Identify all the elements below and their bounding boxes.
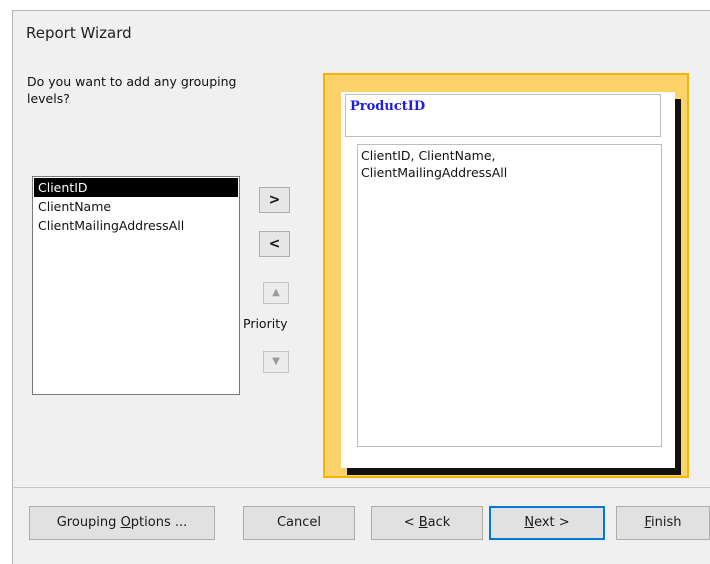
window-title: Report Wizard [26, 24, 132, 42]
priority-label: Priority [243, 316, 288, 331]
footer-divider [12, 487, 710, 488]
accelerator-key: B [418, 515, 428, 530]
back-button[interactable]: < Back [371, 506, 483, 540]
remove-grouping-button[interactable]: < [259, 231, 290, 257]
list-item-clientname[interactable]: ClientName [34, 197, 238, 216]
group-header-box: ProductID [345, 94, 661, 137]
arrow-up-icon: ▲ [272, 287, 280, 298]
grouping-options-button[interactable]: Grouping Options ... [29, 506, 215, 540]
detail-fields-text: ClientID, ClientName, ClientMailingAddre… [361, 148, 508, 180]
add-grouping-button[interactable]: > [259, 187, 290, 213]
report-wizard-dialog: Report Wizard Do you want to add any gro… [12, 10, 710, 564]
accelerator-key: N [524, 515, 535, 530]
list-item-clientmailingaddressall[interactable]: ClientMailingAddressAll [34, 216, 238, 235]
available-fields-list[interactable]: ClientID ClientName ClientMailingAddress… [32, 176, 240, 395]
button-label-part: ext > [534, 515, 570, 530]
priority-up-button[interactable]: ▲ [263, 282, 289, 304]
button-label-part: ptions ... [130, 515, 188, 530]
accelerator-key: O [120, 515, 131, 530]
arrow-down-icon: ▼ [272, 356, 280, 367]
detail-fields-box: ClientID, ClientName, ClientMailingAddre… [357, 144, 662, 447]
preview-page: ProductID ClientID, ClientName, ClientMa… [341, 92, 675, 468]
button-label-part: Grouping [56, 515, 121, 530]
grouping-prompt: Do you want to add any grouping levels? [27, 74, 237, 106]
button-label-part: ack [427, 515, 451, 530]
grouping-preview: ProductID ClientID, ClientName, ClientMa… [323, 73, 689, 478]
priority-down-button[interactable]: ▼ [263, 351, 289, 373]
button-label-part: inish [651, 515, 682, 530]
cancel-button[interactable]: Cancel [243, 506, 355, 540]
next-button[interactable]: Next > [489, 506, 605, 540]
finish-button[interactable]: Finish [616, 506, 710, 540]
group-level-label: ProductID [350, 99, 426, 114]
list-item-clientid[interactable]: ClientID [34, 178, 238, 197]
button-label-part: < [403, 515, 419, 530]
